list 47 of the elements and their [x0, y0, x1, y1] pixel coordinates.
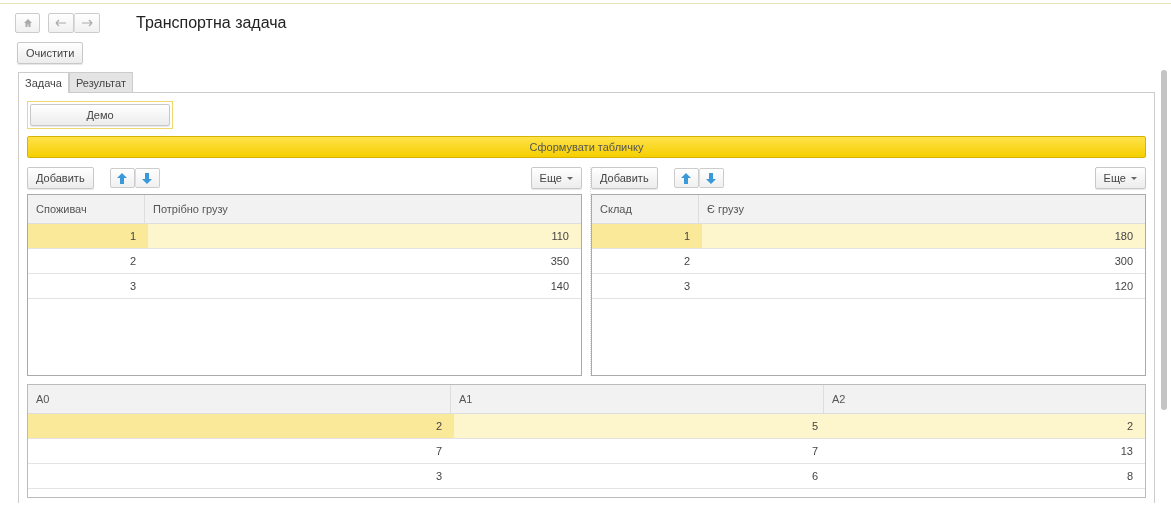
table-cell-text: 7 — [810, 444, 819, 459]
table-row[interactable]: 3 120 — [592, 274, 1145, 299]
column-header: A2 — [831, 392, 847, 407]
table-cell-text: 13 — [1119, 444, 1134, 459]
table-cell-text: 300 — [1113, 254, 1134, 269]
table-cell-text: 110 — [550, 229, 570, 244]
more-button[interactable]: Еще — [1094, 167, 1146, 189]
table-cell-text: 350 — [549, 254, 570, 269]
table-row[interactable]: 1 180 — [592, 224, 1145, 249]
table-cell: 1 — [28, 224, 148, 248]
column-header: A1 — [451, 385, 824, 413]
table-row[interactable]: 3 140 — [28, 274, 581, 299]
table-cell-text: 3 — [128, 279, 137, 294]
tab[interactable]: Задача — [18, 72, 69, 93]
table-cell-text: 7 — [434, 444, 443, 459]
table-cell-text: 5 — [810, 419, 819, 434]
table-cell-text: 120 — [1113, 279, 1134, 294]
table-row[interactable]: 2 300 — [592, 249, 1145, 274]
column-header: Потрібно грузу — [152, 202, 229, 217]
table-row[interactable]: 1 110 — [28, 224, 581, 249]
table-cell-text: 2 — [128, 254, 137, 269]
generate-table-button[interactable]: Сформувати табличку — [27, 136, 1146, 158]
table-cell-text: 8 — [1125, 469, 1134, 484]
table-cell: 2 — [28, 414, 454, 438]
clear-button[interactable]: Очистити — [17, 42, 84, 64]
table-cell-text: 2 — [682, 254, 691, 269]
tab[interactable]: Результат — [68, 72, 133, 92]
more-button[interactable]: Еще — [530, 167, 582, 189]
window-title: Транспортна задача — [136, 14, 287, 32]
table-row[interactable]: 7 7 13 — [28, 439, 1145, 464]
add-button[interactable]: Добавить — [27, 167, 94, 189]
table-cell-text: 3 — [434, 469, 443, 484]
column-header: Склад — [592, 195, 699, 223]
column-header: Споживач — [28, 195, 145, 223]
table-row[interactable]: 2 350 — [28, 249, 581, 274]
column-header: A0 — [28, 385, 451, 413]
table-cell-text: 2 — [1125, 419, 1134, 434]
table-cell-text: 180 — [1113, 229, 1134, 244]
table-row[interactable]: 2 5 2 — [28, 414, 1145, 439]
table-cell-text: 3 — [682, 279, 691, 294]
table-cell: 1 — [592, 224, 702, 248]
column-header: Є грузу — [706, 202, 745, 217]
table-row[interactable]: 3 6 8 — [28, 464, 1145, 489]
table-cell-text: 140 — [549, 279, 570, 294]
add-button[interactable]: Добавить — [591, 167, 658, 189]
table-cell-text: 6 — [810, 469, 819, 484]
demo-button[interactable]: Демо — [30, 104, 170, 126]
